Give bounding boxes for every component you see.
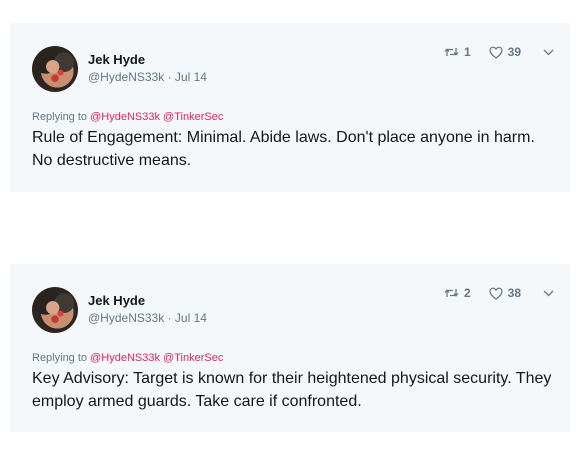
- chevron-down-icon: [543, 49, 554, 56]
- author-handle[interactable]: @HydeNS33k: [88, 70, 164, 84]
- author-handle[interactable]: @HydeNS33k: [88, 311, 164, 325]
- author-name[interactable]: Jek Hyde: [88, 293, 145, 308]
- retweet-count: 2: [463, 286, 471, 300]
- reply-context: Replying to @HydeNS33k @TinkerSec: [32, 352, 223, 364]
- tweet-actions: 2 38: [444, 286, 554, 300]
- like-button[interactable]: 39: [489, 45, 521, 59]
- like-count: 39: [507, 45, 521, 59]
- more-menu-button[interactable]: [543, 49, 554, 56]
- retweet-icon: [444, 46, 459, 58]
- author-name[interactable]: Jek Hyde: [88, 52, 145, 67]
- retweet-count: 1: [463, 45, 471, 59]
- like-count: 38: [507, 286, 521, 300]
- reply-context: Replying to @HydeNS33k @TinkerSec: [32, 111, 223, 123]
- tweet-card[interactable]: Jek Hyde @HydeNS33k · Jul 14 1 39 Replyi…: [10, 23, 570, 192]
- tweet-date[interactable]: Jul 14: [175, 311, 207, 325]
- reply-mention[interactable]: @TinkerSec: [163, 352, 223, 364]
- tweet-text: Key Advisory: Target is known for their …: [32, 370, 552, 410]
- chevron-down-icon: [543, 290, 554, 297]
- reply-mention[interactable]: @HydeNS33k: [90, 352, 160, 364]
- avatar[interactable]: [32, 46, 78, 92]
- meta-separator: ·: [167, 311, 172, 325]
- retweet-button[interactable]: 1: [444, 45, 471, 59]
- tweet-meta: @HydeNS33k · Jul 14: [88, 311, 207, 325]
- reply-mention[interactable]: @HydeNS33k: [90, 111, 160, 123]
- tweet-actions: 1 39: [444, 45, 554, 59]
- tweet-date[interactable]: Jul 14: [175, 70, 207, 84]
- retweet-icon: [444, 287, 459, 299]
- tweet-meta: @HydeNS33k · Jul 14: [88, 70, 207, 84]
- more-menu-button[interactable]: [543, 290, 554, 297]
- avatar[interactable]: [32, 287, 78, 333]
- tweet-card[interactable]: Jek Hyde @HydeNS33k · Jul 14 2 38 Replyi…: [10, 264, 570, 432]
- heart-icon: [489, 287, 503, 300]
- reply-prefix: Replying to: [32, 352, 88, 364]
- heart-icon: [489, 46, 503, 59]
- meta-separator: ·: [167, 70, 172, 84]
- like-button[interactable]: 38: [489, 286, 521, 300]
- retweet-button[interactable]: 2: [444, 286, 471, 300]
- reply-mention[interactable]: @TinkerSec: [163, 111, 223, 123]
- tweet-text: Rule of Engagement: Minimal. Abide laws.…: [32, 129, 535, 169]
- reply-prefix: Replying to: [32, 111, 88, 123]
